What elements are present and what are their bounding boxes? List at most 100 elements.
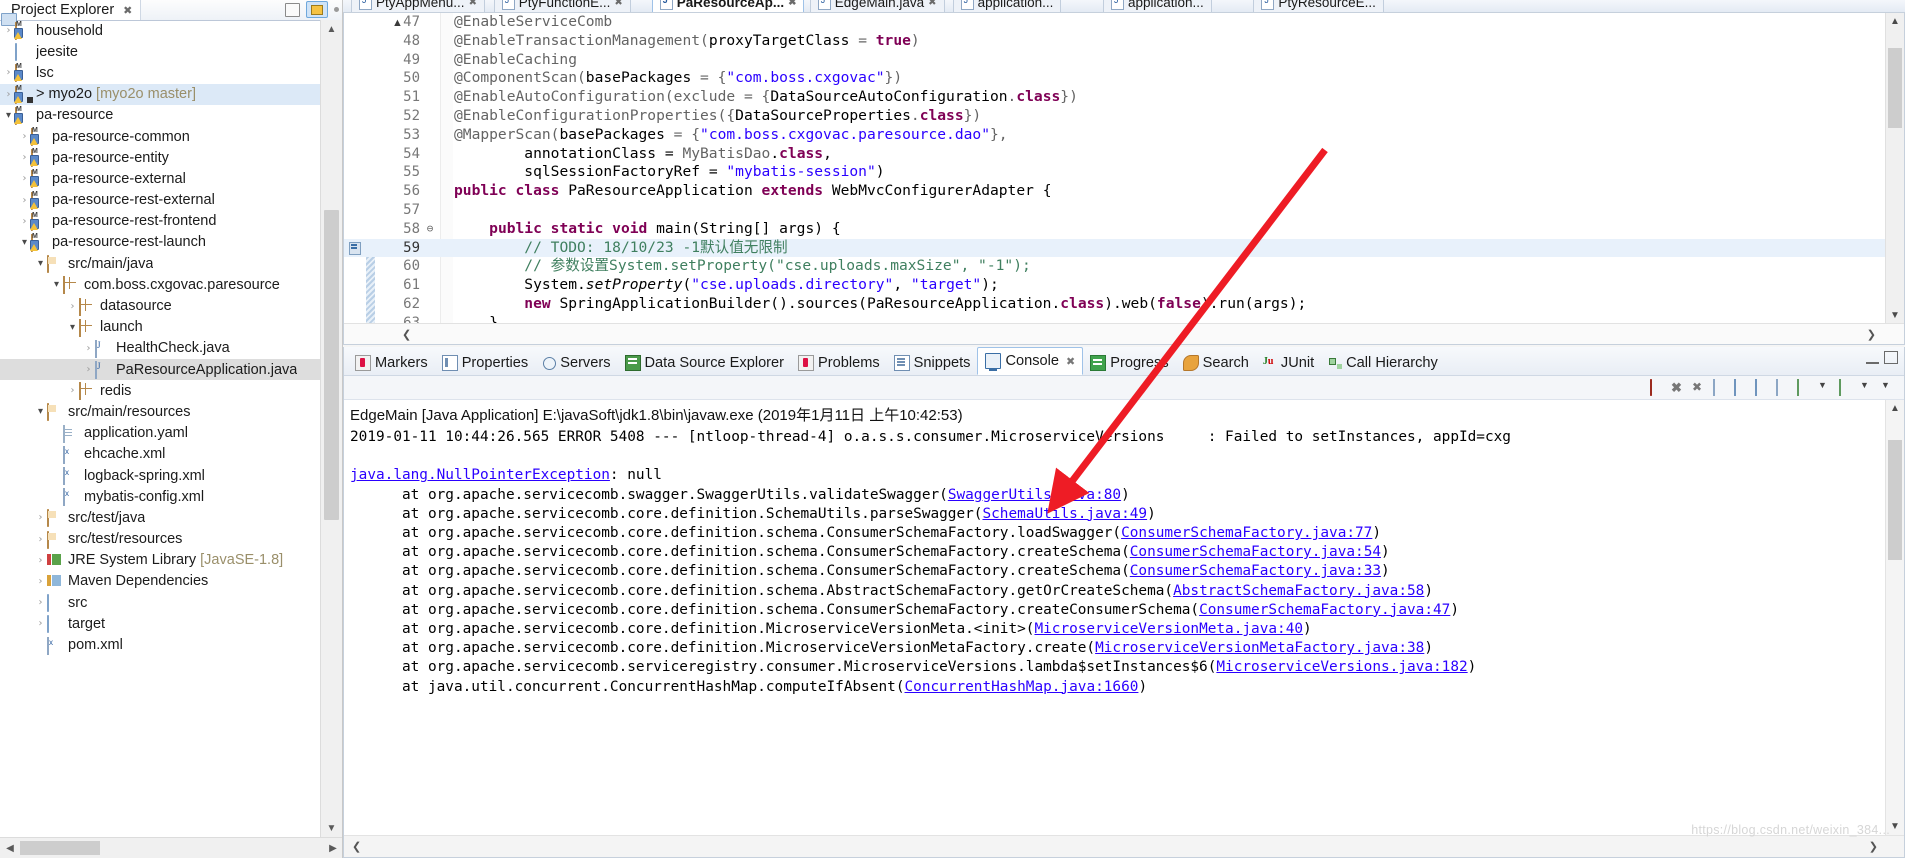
chevron-right-icon[interactable]: › <box>82 343 95 354</box>
chevron-right-icon[interactable]: › <box>66 301 79 312</box>
view-tab-properties[interactable]: Properties <box>435 351 536 375</box>
console-vscrollbar[interactable]: ▲ ▼ <box>1885 400 1904 835</box>
code-line-56[interactable]: 56 public class PaResourceApplication ext… <box>344 182 1886 201</box>
tree-item-datasource[interactable]: › datasource <box>0 295 320 316</box>
editor-hscrollbar[interactable]: ❮ ❯ <box>344 323 1904 344</box>
tree-item-mybatis-config-xml[interactable]: mybatis-config.xml <box>0 486 320 507</box>
link-with-editor-icon[interactable] <box>306 1 328 18</box>
console-line-2[interactable]: java.lang.NullPointerException: null <box>344 466 1904 485</box>
hscroll-thumb[interactable] <box>20 841 100 855</box>
code-line-53[interactable]: 53 @MapperScan(basePackages = {"com.boss.… <box>344 126 1886 145</box>
tree-item-healthcheck-java[interactable]: › HealthCheck.java <box>0 338 320 359</box>
tree-item-redis[interactable]: › redis <box>0 380 320 401</box>
chevron-right-icon[interactable]: › <box>34 512 47 523</box>
view-tab-progress[interactable]: Progress <box>1083 351 1175 375</box>
scroll-right-icon[interactable]: ▶ <box>323 843 342 854</box>
clear-console-icon[interactable] <box>1713 379 1728 396</box>
view-tab-snippets[interactable]: Snippets <box>887 351 978 375</box>
display-selected-console-icon[interactable] <box>1797 379 1812 396</box>
terminate-icon[interactable] <box>1650 379 1665 396</box>
code-line-57[interactable]: 57 <box>344 201 1886 220</box>
tree-item-pom-xml[interactable]: pom.xml <box>0 634 320 655</box>
close-icon[interactable]: ✖ <box>469 0 477 8</box>
console-scroll-up-icon[interactable]: ▲ <box>1886 400 1904 417</box>
console-hscrollbar[interactable]: ❮ ❯ <box>344 835 1904 857</box>
editor-vscroll-thumb[interactable] <box>1888 48 1902 128</box>
maximize-icon[interactable] <box>1884 351 1898 364</box>
tab-project-explorer[interactable]: Project Explorer ✖ <box>0 0 142 26</box>
close-icon[interactable]: ✖ <box>123 4 132 17</box>
code-line-52[interactable]: 52 @EnableConfigurationProperties({DataSo… <box>344 107 1886 126</box>
scroll-down-icon[interactable]: ▼ <box>321 819 342 838</box>
close-icon[interactable]: ✖ <box>1066 355 1075 368</box>
view-tab-junit[interactable]: Ju JUnit <box>1256 351 1321 375</box>
code-line-58[interactable]: 58 ⊖ public static void main(String[] arg… <box>344 220 1886 239</box>
chevron-right-icon[interactable]: › <box>66 385 79 396</box>
console-line-5[interactable]: at org.apache.servicecomb.core.definitio… <box>344 524 1904 543</box>
tree-item-src-main-resources[interactable]: ▾ src/main/resources <box>0 401 320 422</box>
tree-item-jre-system-library[interactable]: › JRE System Library [JavaSE-1.8] <box>0 550 320 571</box>
tree-item-household[interactable]: ›household <box>0 20 320 41</box>
console-line-4[interactable]: at org.apache.servicecomb.core.definitio… <box>344 505 1904 524</box>
code-line-61[interactable]: 61 System.setProperty("cse.uploads.direc… <box>344 276 1886 295</box>
chevron-down-icon[interactable]: ▾ <box>34 258 47 269</box>
show-console-on-output-icon[interactable] <box>1755 379 1770 396</box>
console-output[interactable]: EdgeMain [Java Application] E:\javaSoft\… <box>344 400 1904 835</box>
remove-all-terminated-icon[interactable]: ✖ <box>1692 380 1707 395</box>
view-tab-data-source-explorer[interactable]: Data Source Explorer <box>618 351 792 375</box>
tree-item-pa-resource-external[interactable]: ›pa-resource-external <box>0 168 320 189</box>
console-line-3[interactable]: at org.apache.servicecomb.swagger.Swagge… <box>344 486 1904 505</box>
code-line-49[interactable]: 49 @EnableCaching <box>344 51 1886 70</box>
scroll-thumb[interactable] <box>324 210 339 520</box>
tree-item-ehcache-xml[interactable]: ehcache.xml <box>0 444 320 465</box>
editor-tab-1[interactable]: PtyFunctionE...✖ <box>493 0 631 12</box>
view-tabbar[interactable]: Markers Properties Servers Data Source Expl… <box>344 347 1904 376</box>
chevron-right-icon[interactable]: › <box>34 555 47 566</box>
chevron-right-icon[interactable]: › <box>34 576 47 587</box>
java-source-editor[interactable]: ▲ 47 @EnableServiceComb 48 @EnableTransacti… <box>343 12 1905 345</box>
tree-item-application-yaml[interactable]: application.yaml <box>0 423 320 444</box>
editor-scroll-right-icon[interactable]: ❯ <box>1867 328 1904 341</box>
editor-vscrollbar[interactable]: ▲ ▼ <box>1885 13 1904 324</box>
view-tab-servers[interactable]: Servers <box>535 351 617 375</box>
tree-item--myo2o[interactable]: ›> myo2o [myo2o master] <box>0 83 320 105</box>
chevron-down-icon[interactable]: ▼ <box>1818 380 1833 395</box>
tree-item-target[interactable]: › target <box>0 613 320 634</box>
tree-item-pa-resource-entity[interactable]: ›pa-resource-entity <box>0 147 320 168</box>
chevron-down-icon-2[interactable]: ▼ <box>1860 380 1875 395</box>
console-line-12[interactable]: at org.apache.servicecomb.serviceregistr… <box>344 658 1904 677</box>
code-line-60[interactable]: 60 // 参数设置System.setProperty("cse.upload… <box>344 257 1886 276</box>
chevron-right-icon[interactable]: › <box>34 534 47 545</box>
console-line-11[interactable]: at org.apache.servicecomb.core.definitio… <box>344 639 1904 658</box>
console-vscroll-thumb[interactable] <box>1888 440 1902 560</box>
chevron-right-icon[interactable]: › <box>34 597 47 608</box>
tree-item-logback-spring-xml[interactable]: logback-spring.xml <box>0 465 320 486</box>
view-tab-search[interactable]: Search <box>1176 351 1256 375</box>
console-line-10[interactable]: at org.apache.servicecomb.core.definitio… <box>344 620 1904 639</box>
collapse-all-icon[interactable] <box>285 2 300 17</box>
scroll-up-icon[interactable]: ▲ <box>321 20 342 39</box>
view-tab-markers[interactable]: Markers <box>348 351 435 375</box>
remove-launch-icon[interactable]: ✖ <box>1671 380 1686 395</box>
tree-item-src-test-resources[interactable]: › src/test/resources <box>0 529 320 550</box>
tree-item-pa-resource-rest-launch[interactable]: ▾pa-resource-rest-launch <box>0 232 320 253</box>
code-line-48[interactable]: 48 @EnableTransactionManagement(proxyTarg… <box>344 32 1886 51</box>
tree-item-launch[interactable]: ▾ launch <box>0 317 320 338</box>
tree-item-paresourceapplication-java[interactable]: › PaResourceApplication.java <box>0 359 320 381</box>
console-scroll-left-icon[interactable]: ❮ <box>344 840 361 853</box>
editor-tab-0[interactable]: PtyAppMenu... ✖ <box>351 0 485 12</box>
chevron-right-icon[interactable]: › <box>34 618 47 629</box>
console-line-13[interactable]: at java.util.concurrent.ConcurrentHashMa… <box>344 678 1904 697</box>
chevron-right-icon[interactable]: › <box>82 364 95 375</box>
editor-code-area[interactable]: 47 @EnableServiceComb 48 @EnableTransaction… <box>344 13 1886 344</box>
scroll-left-icon[interactable]: ◀ <box>0 843 20 854</box>
view-tab-call-hierarchy[interactable]: Call Hierarchy <box>1321 351 1445 375</box>
view-tab-console[interactable]: Console ✖ <box>977 347 1084 375</box>
code-line-55[interactable]: 55 sqlSessionFactoryRef = "mybatis-sessi… <box>344 163 1886 182</box>
editor-tab-3[interactable]: EdgeMain.java✖ <box>809 0 945 12</box>
tree-item-src-main-java[interactable]: ▾ src/main/java <box>0 253 320 274</box>
minimize-icon[interactable] <box>1866 351 1879 364</box>
code-line-62[interactable]: 62 new SpringApplicationBuilder().source… <box>344 295 1886 314</box>
code-line-47[interactable]: 47 @EnableServiceComb <box>344 13 1886 32</box>
tree-item-pa-resource[interactable]: ▾pa-resource <box>0 105 320 126</box>
